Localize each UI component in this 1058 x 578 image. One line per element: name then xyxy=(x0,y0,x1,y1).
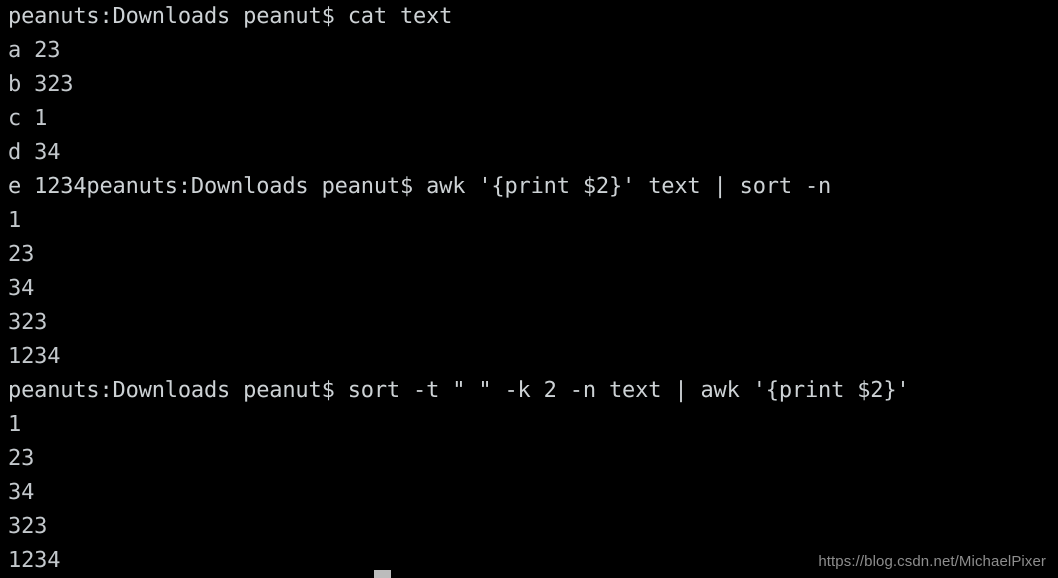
terminal-output-line: 1 xyxy=(8,412,22,437)
watermark-text: https://blog.csdn.net/MichaelPixer xyxy=(818,553,1046,570)
terminal-window[interactable]: peanuts:Downloads peanut$ cat text a 23 b … xyxy=(0,0,1058,578)
terminal-prompt-line: e 1234peanuts:Downloads peanut$ awk '{pr… xyxy=(8,174,832,199)
terminal-output-line: 1 xyxy=(8,208,22,233)
terminal-output-line: 34 xyxy=(8,276,35,301)
terminal-prompt-line: peanuts:Downloads peanut$ sort -t " " -k… xyxy=(8,378,910,403)
terminal-prompt-line: peanuts:Downloads peanut$ cat text xyxy=(8,4,453,29)
terminal-screen[interactable]: peanuts:Downloads peanut$ cat text a 23 b … xyxy=(0,0,1058,578)
terminal-output-line: 323 xyxy=(8,514,48,539)
terminal-output-line: a 23 xyxy=(8,38,61,63)
terminal-output-line: 323 xyxy=(8,310,48,335)
terminal-output-line: 23 xyxy=(8,242,35,267)
terminal-output-line: 23 xyxy=(8,446,35,471)
terminal-cursor xyxy=(374,570,391,578)
terminal-output-line: 1234 xyxy=(8,344,61,369)
terminal-output-line: d 34 xyxy=(8,140,61,165)
terminal-output-line: b 323 xyxy=(8,72,74,97)
terminal-output-line: c 1 xyxy=(8,106,48,131)
terminal-output-line: 34 xyxy=(8,480,35,505)
